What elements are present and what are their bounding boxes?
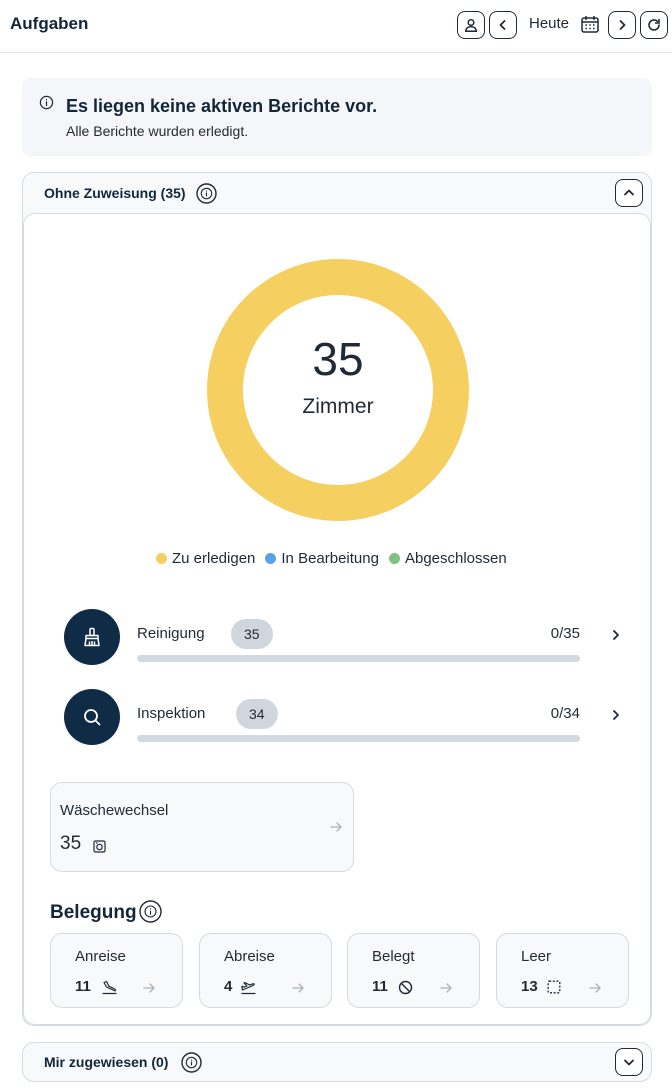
linen-icon bbox=[93, 840, 106, 853]
arrow-right-icon bbox=[440, 983, 452, 993]
arrow-right-icon bbox=[143, 983, 155, 993]
task-progress-count: 0/34 bbox=[550, 705, 580, 722]
occupancy-card-value: 4 bbox=[224, 978, 233, 995]
task-count-badge: 34 bbox=[236, 699, 278, 729]
linen-change-value: 35 bbox=[60, 833, 82, 854]
occupancy-card-title: Abreise bbox=[224, 948, 275, 965]
task-progress-bar bbox=[137, 735, 580, 742]
info-icon[interactable] bbox=[196, 183, 217, 204]
chevron-down-icon bbox=[624, 1059, 634, 1066]
task-row-cleaning[interactable]: Reinigung 35 0/35 bbox=[64, 609, 624, 669]
page-title: Aufgaben bbox=[10, 14, 89, 33]
notice-banner: Es liegen keine aktiven Berichte vor. Al… bbox=[22, 78, 652, 156]
legend-item-todo: Zu erledigen bbox=[156, 550, 255, 567]
linen-change-card[interactable]: Wäschewechsel 35 bbox=[50, 782, 354, 872]
chevron-left-icon bbox=[499, 20, 506, 30]
collapse-button[interactable] bbox=[615, 179, 643, 207]
departure-icon bbox=[241, 981, 256, 995]
arrow-right-icon bbox=[330, 822, 342, 832]
arrival-icon bbox=[102, 980, 117, 995]
occupancy-card-title: Belegt bbox=[372, 948, 415, 965]
search-icon bbox=[84, 709, 101, 726]
donut-segment-zu-erledigen bbox=[207, 259, 469, 521]
previous-day-button[interactable] bbox=[489, 11, 517, 39]
assigned-section: Mir zugewiesen (0) bbox=[22, 1042, 652, 1082]
calendar-icon[interactable] bbox=[580, 14, 600, 34]
legend-label: In Bearbeitung bbox=[281, 550, 379, 567]
chevron-up-icon bbox=[624, 189, 634, 196]
occupancy-card-value: 11 bbox=[372, 978, 388, 995]
unassigned-content: 35 Zimmer Zu erledigen In Bearbeitung Ab… bbox=[23, 213, 651, 1025]
task-label: Reinigung bbox=[137, 625, 205, 642]
occupancy-card-value: 13 bbox=[521, 978, 538, 995]
legend-dot bbox=[388, 553, 400, 564]
occupancy-title: Belegung bbox=[50, 902, 137, 923]
notice-title: Es liegen keine aktiven Berichte vor. bbox=[66, 96, 378, 116]
legend-item-done: Abgeschlossen bbox=[388, 550, 507, 567]
unassigned-section-title[interactable]: Ohne Zuweisung (35) bbox=[44, 185, 186, 201]
assigned-section-title[interactable]: Mir zugewiesen (0) bbox=[44, 1054, 168, 1070]
occupancy-card-occupied[interactable]: Belegt 11 bbox=[347, 933, 480, 1008]
today-label[interactable]: Heute bbox=[529, 15, 569, 32]
donut-center-label: Zimmer bbox=[302, 395, 374, 418]
refresh-button[interactable] bbox=[640, 11, 668, 39]
arrow-right-icon bbox=[589, 983, 601, 993]
expand-button[interactable] bbox=[615, 1048, 643, 1076]
occupancy-card-departure[interactable]: Abreise 4 bbox=[199, 933, 332, 1008]
occupancy-card-arrival[interactable]: Anreise 11 bbox=[50, 933, 183, 1008]
arrow-right-icon bbox=[292, 983, 304, 993]
task-icon-circle bbox=[64, 609, 120, 665]
occupancy-card-title: Anreise bbox=[75, 948, 126, 965]
room-status-donut-chart bbox=[207, 259, 469, 521]
task-progress-count: 0/35 bbox=[550, 625, 580, 642]
chart-legend: Zu erledigen In Bearbeitung Abgeschlosse… bbox=[156, 550, 507, 567]
occupancy-card-empty[interactable]: Leer 13 bbox=[496, 933, 629, 1008]
top-bar: Aufgaben Heute bbox=[0, 0, 672, 53]
empty-icon bbox=[547, 980, 561, 994]
user-filter-button[interactable] bbox=[457, 11, 485, 39]
unassigned-section: Ohne Zuweisung (35) 35 Zimmer Zu erledig… bbox=[22, 172, 652, 1026]
task-icon-circle bbox=[64, 689, 120, 745]
task-progress-bar bbox=[137, 655, 580, 662]
task-row-inspection[interactable]: Inspektion 34 0/34 bbox=[64, 689, 624, 749]
broom-icon bbox=[84, 627, 100, 647]
linen-change-title: Wäschewechsel bbox=[60, 802, 169, 819]
legend-dot bbox=[265, 553, 277, 564]
occupancy-card-title: Leer bbox=[521, 948, 552, 965]
refresh-icon bbox=[648, 18, 660, 31]
chevron-right-icon[interactable] bbox=[608, 707, 624, 723]
chevron-right-icon[interactable] bbox=[608, 627, 624, 643]
task-count-badge: 35 bbox=[231, 619, 273, 649]
legend-item-in-progress: In Bearbeitung bbox=[265, 550, 379, 567]
notice-subtitle: Alle Berichte wurden erledigt. bbox=[66, 123, 249, 139]
user-icon bbox=[465, 18, 477, 32]
next-day-button[interactable] bbox=[608, 11, 636, 39]
task-label: Inspektion bbox=[137, 705, 206, 722]
legend-dot bbox=[156, 553, 167, 564]
legend-label: Zu erledigen bbox=[172, 550, 256, 567]
legend-label: Abgeschlossen bbox=[404, 550, 507, 567]
info-icon[interactable] bbox=[139, 900, 162, 923]
donut-center-value: 35 bbox=[312, 333, 364, 385]
chevron-right-icon bbox=[619, 20, 626, 30]
occupancy-card-value: 11 bbox=[75, 978, 91, 995]
info-icon[interactable] bbox=[181, 1052, 202, 1073]
info-icon bbox=[39, 95, 54, 110]
occupied-icon bbox=[398, 980, 413, 995]
